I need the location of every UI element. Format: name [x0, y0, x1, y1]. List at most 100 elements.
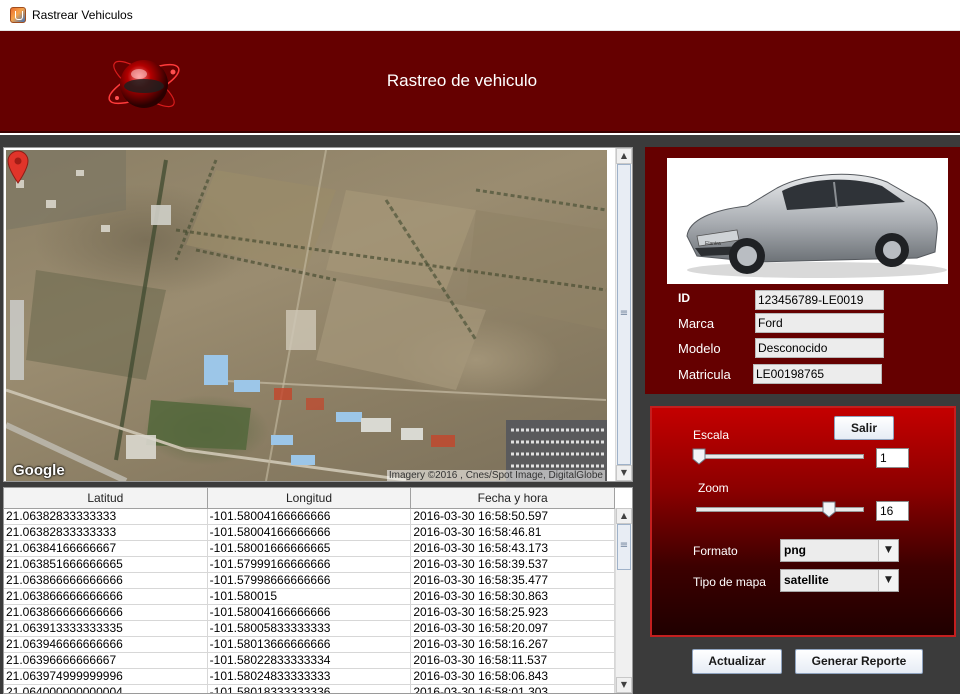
- generar-reporte-button[interactable]: Generar Reporte: [795, 649, 923, 674]
- map-controls-panel: Salir Escala 1 Zoom 16 Formato png ▼ Tip…: [650, 406, 956, 637]
- cell-latitud: 21.063866666666666: [4, 605, 208, 620]
- tipo-mapa-dropdown[interactable]: satellite ▼: [780, 569, 899, 592]
- window-titlebar: Rastrear Vehiculos: [0, 0, 960, 31]
- cell-fecha: 2016-03-30 16:58:39.537: [411, 557, 615, 572]
- satellite-map[interactable]: Google Imagery ©2016 , Cnes/Spot Image, …: [6, 150, 607, 481]
- matricula-field[interactable]: LE00198765: [753, 364, 882, 384]
- table-row[interactable]: 21.063946666666666 -101.58013666666666 201…: [4, 637, 615, 653]
- cell-fecha: 2016-03-30 16:58:06.843: [411, 669, 615, 684]
- tipo-mapa-label: Tipo de mapa: [693, 575, 766, 589]
- cell-fecha: 2016-03-30 16:58:35.477: [411, 573, 615, 588]
- id-field[interactable]: 123456789-LE0019: [755, 290, 884, 310]
- cell-longitud: -101.58022833333334: [208, 653, 412, 668]
- marca-field[interactable]: Ford: [755, 313, 884, 333]
- cell-latitud: 21.063866666666666: [4, 589, 208, 604]
- scroll-down-arrow-icon[interactable]: ▼: [616, 677, 632, 693]
- svg-text:Elantra: Elantra: [705, 241, 721, 247]
- vehicle-info-panel: Elantra ID 123456789-LE0019 Marca Ford M…: [645, 147, 960, 394]
- cell-latitud: 21.06382833333333: [4, 525, 208, 540]
- scroll-thumb[interactable]: [617, 164, 631, 465]
- slider-track: [696, 507, 864, 512]
- scroll-down-arrow-icon[interactable]: ▼: [616, 465, 632, 481]
- escala-slider[interactable]: [692, 447, 868, 467]
- map-scrollbar[interactable]: ▲ ▼: [615, 148, 632, 481]
- modelo-field[interactable]: Desconocido: [755, 338, 884, 358]
- cell-fecha: 2016-03-30 16:58:46.81: [411, 525, 615, 540]
- marca-label: Marca: [678, 316, 715, 331]
- formato-dropdown[interactable]: png ▼: [780, 539, 899, 562]
- actualizar-button[interactable]: Actualizar: [692, 649, 782, 674]
- table-row[interactable]: 21.063851666666665 -101.57999166666666 201…: [4, 557, 615, 573]
- window-title: Rastrear Vehiculos: [32, 8, 133, 22]
- table-row[interactable]: 21.06396666666667 -101.58022833333334 2016…: [4, 653, 615, 669]
- column-header-latitud[interactable]: Latitud: [4, 488, 208, 508]
- cell-fecha: 2016-03-30 16:58:16.267: [411, 637, 615, 652]
- gps-table: Latitud Longitud Fecha y hora 21.0638283…: [3, 487, 633, 694]
- zoom-value-field[interactable]: 16: [876, 501, 909, 521]
- cell-latitud: 21.064000000000004: [4, 685, 208, 693]
- column-header-fecha[interactable]: Fecha y hora: [411, 488, 615, 508]
- cell-fecha: 2016-03-30 16:58:01.303: [411, 685, 615, 693]
- cell-fecha: 2016-03-30 16:58:25.923: [411, 605, 615, 620]
- car-image: Elantra: [686, 173, 947, 278]
- slider-track: [696, 454, 864, 459]
- cell-longitud: -101.57999166666666: [208, 557, 412, 572]
- escala-label: Escala: [693, 428, 730, 442]
- cell-fecha: 2016-03-30 16:58:30.863: [411, 589, 615, 604]
- cell-latitud: 21.06382833333333: [4, 509, 208, 524]
- cell-latitud: 21.06384166666667: [4, 541, 208, 556]
- map-attribution: Imagery ©2016 , Cnes/Spot Image, Digital…: [386, 470, 605, 481]
- escala-value-field[interactable]: 1: [876, 448, 909, 468]
- zoom-slider[interactable]: [692, 500, 868, 520]
- cell-latitud: 21.063866666666666: [4, 573, 208, 588]
- map-panel: Google Imagery ©2016 , Cnes/Spot Image, …: [3, 147, 633, 482]
- column-header-longitud[interactable]: Longitud: [208, 488, 412, 508]
- table-row[interactable]: 21.064000000000004 -101.58018333333336 201…: [4, 685, 615, 693]
- table-row[interactable]: 21.063866666666666 -101.57998666666666 201…: [4, 573, 615, 589]
- chevron-down-icon[interactable]: ▼: [878, 570, 898, 591]
- cell-fecha: 2016-03-30 16:58:11.537: [411, 653, 615, 668]
- cell-latitud: 21.063851666666665: [4, 557, 208, 572]
- formato-label: Formato: [693, 544, 738, 558]
- table-row[interactable]: 21.06382833333333 -101.58004166666666 2016…: [4, 525, 615, 541]
- table-row[interactable]: 21.063866666666666 -101.580015 2016-03-30 …: [4, 589, 615, 605]
- cell-latitud: 21.06396666666667: [4, 653, 208, 668]
- scroll-thumb[interactable]: [617, 524, 631, 570]
- scroll-up-arrow-icon[interactable]: ▲: [616, 148, 632, 164]
- table-row[interactable]: 21.063913333333335 -101.58005833333333 201…: [4, 621, 615, 637]
- slider-thumb[interactable]: [822, 501, 836, 518]
- cell-longitud: -101.58004166666666: [208, 525, 412, 540]
- cell-latitud: 21.063974999999996: [4, 669, 208, 684]
- cell-latitud: 21.063913333333335: [4, 621, 208, 636]
- cell-fecha: 2016-03-30 16:58:20.097: [411, 621, 615, 636]
- table-row[interactable]: 21.063866666666666 -101.58004166666666 201…: [4, 605, 615, 621]
- salir-button[interactable]: Salir: [834, 416, 894, 440]
- zoom-label: Zoom: [698, 481, 729, 495]
- tipo-mapa-selected: satellite: [784, 573, 829, 587]
- formato-selected: png: [784, 543, 806, 557]
- vehicle-photo: Elantra: [667, 158, 948, 284]
- table-scrollbar[interactable]: ▲ ▼: [615, 508, 632, 693]
- cell-longitud: -101.58024833333333: [208, 669, 412, 684]
- slider-thumb[interactable]: [692, 448, 706, 465]
- page-title: Rastreo de vehiculo: [386, 71, 538, 90]
- cell-longitud: -101.580015: [208, 589, 412, 604]
- table-row[interactable]: 21.063974999999996 -101.58024833333333 201…: [4, 669, 615, 685]
- google-logo: Google: [13, 462, 65, 479]
- id-label: ID: [678, 291, 690, 305]
- cell-longitud: -101.58018333333336: [208, 685, 412, 693]
- chevron-down-icon[interactable]: ▼: [878, 540, 898, 561]
- cell-longitud: -101.58001666666665: [208, 541, 412, 556]
- cell-fecha: 2016-03-30 16:58:50.597: [411, 509, 615, 524]
- cell-fecha: 2016-03-30 16:58:43.173: [411, 541, 615, 556]
- cell-longitud: -101.58004166666666: [208, 605, 412, 620]
- table-body: 21.06382833333333 -101.58004166666666 2016…: [4, 509, 615, 693]
- scroll-up-arrow-icon[interactable]: ▲: [616, 508, 632, 524]
- cell-longitud: -101.58005833333333: [208, 621, 412, 636]
- cell-latitud: 21.063946666666666: [4, 637, 208, 652]
- matricula-label: Matricula: [678, 367, 731, 382]
- table-row[interactable]: 21.06384166666667 -101.58001666666665 2016…: [4, 541, 615, 557]
- table-header: Latitud Longitud Fecha y hora: [4, 488, 615, 509]
- location-marker-icon[interactable]: [6, 150, 30, 184]
- table-row[interactable]: 21.06382833333333 -101.58004166666666 2016…: [4, 509, 615, 525]
